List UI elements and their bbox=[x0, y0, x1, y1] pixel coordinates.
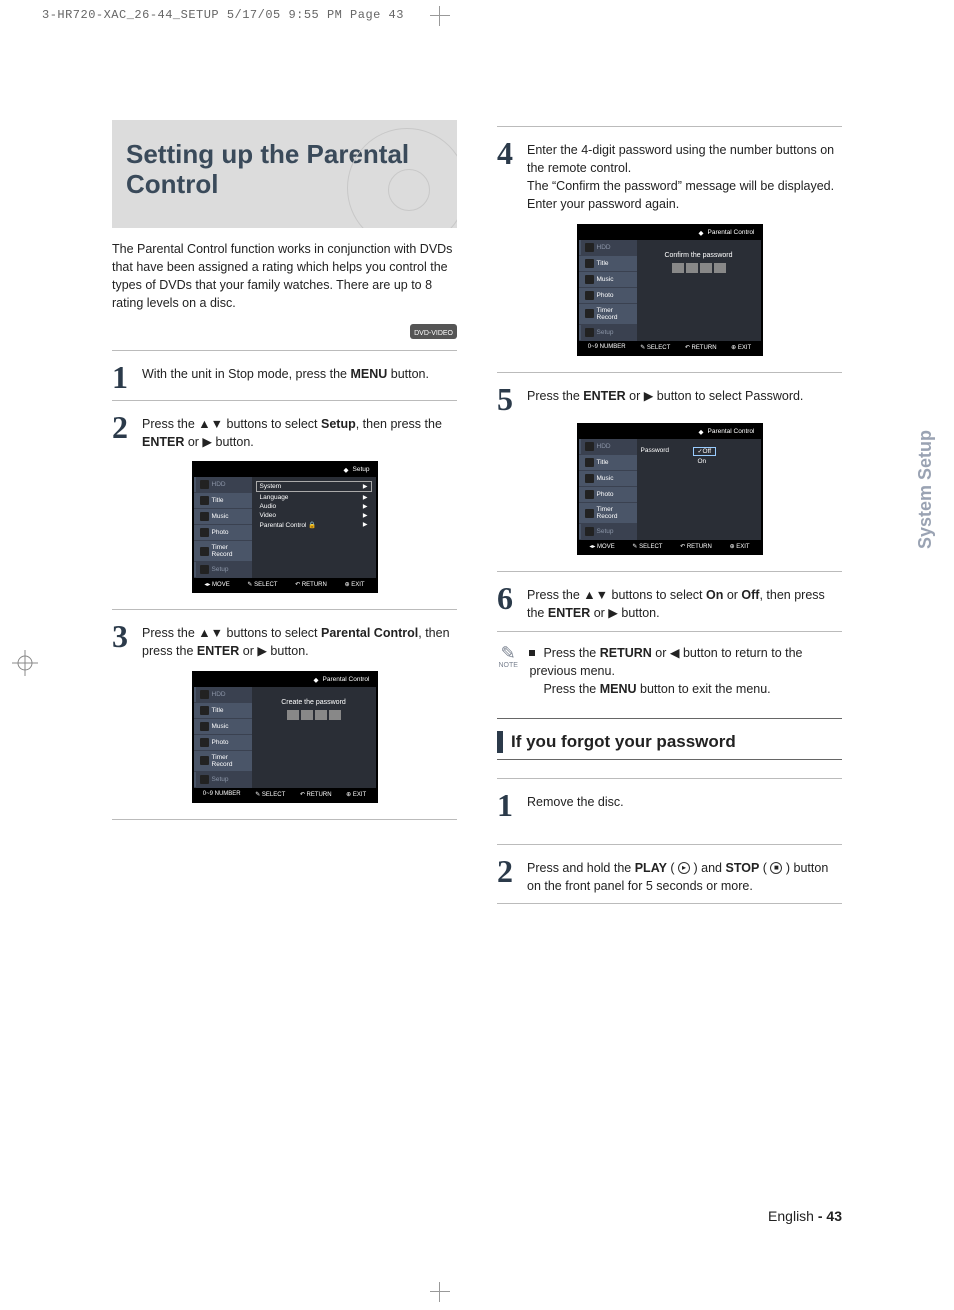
divider bbox=[112, 609, 457, 610]
password-boxes bbox=[641, 263, 757, 273]
divider bbox=[497, 903, 842, 904]
osd-setup-menu: ◆Setup HDD Title Music Photo Timer Recor… bbox=[192, 461, 378, 593]
forgot-step-2: 2 Press and hold the PLAY ( ▸ ) and STOP… bbox=[497, 857, 842, 895]
dvd-video-badge: DVD-VIDEO bbox=[112, 322, 457, 340]
step-text: Press the ▲▼ buttons to select Setup, th… bbox=[142, 413, 457, 451]
step-number: 2 bbox=[497, 857, 517, 895]
step-6: 6 Press the ▲▼ buttons to select On or O… bbox=[497, 584, 842, 622]
heading-text: If you forgot your password bbox=[511, 732, 736, 752]
osd-prompt: Create the password bbox=[256, 699, 372, 706]
step-3: 3 Press the ▲▼ buttons to select Parenta… bbox=[112, 622, 457, 660]
divider-thick bbox=[497, 759, 842, 760]
registration-mark-left bbox=[10, 648, 40, 678]
divider bbox=[112, 350, 457, 351]
step-number: 2 bbox=[112, 413, 132, 451]
stop-icon: ■ bbox=[770, 862, 782, 874]
divider bbox=[497, 844, 842, 845]
step-text: Press and hold the PLAY ( ▸ ) and STOP (… bbox=[527, 857, 842, 895]
heading-bar bbox=[497, 731, 503, 753]
subsection-heading: If you forgot your password bbox=[497, 731, 842, 753]
step-number: 6 bbox=[497, 584, 517, 622]
divider bbox=[112, 400, 457, 401]
step-text: Press the ▲▼ buttons to select Parental … bbox=[142, 622, 457, 660]
osd-option-label: Password bbox=[641, 447, 685, 467]
title-block: Setting up the Parental Control bbox=[112, 120, 457, 228]
step-text: Remove the disc. bbox=[527, 791, 624, 820]
osd-main: System▶ Language▶ Audio▶ Video▶ Parental… bbox=[252, 477, 376, 578]
step-1: 1 With the unit in Stop mode, press the … bbox=[112, 363, 457, 392]
osd-option-on: On bbox=[693, 457, 717, 466]
osd-option-off: ✓Off bbox=[693, 447, 717, 456]
page-number: English - 43 bbox=[768, 1208, 842, 1224]
divider bbox=[497, 126, 842, 127]
crop-mark-top bbox=[430, 6, 450, 26]
osd-footer: ◂▸ MOVE✎ SELECT↶ RETURN⊕ EXIT bbox=[194, 578, 376, 591]
password-boxes bbox=[256, 710, 372, 720]
step-2: 2 Press the ▲▼ buttons to select Setup, … bbox=[112, 413, 457, 451]
note-icon: ✎ NOTE bbox=[497, 644, 519, 669]
step-number: 1 bbox=[112, 363, 132, 392]
forgot-step-1: 1 Remove the disc. bbox=[497, 791, 842, 820]
osd-confirm-password: ◆Parental Control HDD Title Music Photo … bbox=[577, 224, 763, 356]
step-text: With the unit in Stop mode, press the ME… bbox=[142, 363, 429, 392]
osd-prompt: Confirm the password bbox=[641, 252, 757, 259]
divider bbox=[497, 372, 842, 373]
step-number: 1 bbox=[497, 791, 517, 820]
left-column: Setting up the Parental Control The Pare… bbox=[112, 120, 457, 916]
step-number: 4 bbox=[497, 139, 517, 214]
step-text: Press the ENTER or ▶ button to select Pa… bbox=[527, 385, 803, 414]
right-column: 4 Enter the 4-digit password using the n… bbox=[497, 120, 842, 916]
step-number: 3 bbox=[112, 622, 132, 660]
divider bbox=[497, 571, 842, 572]
page-content: Setting up the Parental Control The Pare… bbox=[112, 120, 842, 916]
section-tab: System Setup bbox=[915, 430, 936, 549]
step-text: Press the ▲▼ buttons to select On or Off… bbox=[527, 584, 842, 622]
osd-sidebar: HDD Title Music Photo Timer Record Setup bbox=[194, 477, 252, 578]
osd-password-toggle: ◆Parental Control HDD Title Music Photo … bbox=[577, 423, 763, 555]
step-number: 5 bbox=[497, 385, 517, 414]
step-5: 5 Press the ENTER or ▶ button to select … bbox=[497, 385, 842, 414]
play-icon: ▸ bbox=[678, 862, 690, 874]
step-4: 4 Enter the 4-digit password using the n… bbox=[497, 139, 842, 214]
note-block: ✎ NOTE Press the RETURN or ◀ button to r… bbox=[497, 644, 842, 698]
divider-thick bbox=[497, 718, 842, 719]
divider bbox=[497, 631, 842, 632]
crop-mark-bottom bbox=[430, 1282, 450, 1302]
note-text: Press the RETURN or ◀ button to return t… bbox=[529, 644, 842, 698]
crop-header: 3-HR720-XAC_26-44_SETUP 5/17/05 9:55 PM … bbox=[42, 8, 404, 22]
divider bbox=[112, 819, 457, 820]
divider bbox=[497, 778, 842, 779]
step-text: Enter the 4-digit password using the num… bbox=[527, 139, 842, 214]
osd-create-password: ◆Parental Control HDD Title Music Photo … bbox=[192, 671, 378, 803]
intro-text: The Parental Control function works in c… bbox=[112, 240, 457, 313]
